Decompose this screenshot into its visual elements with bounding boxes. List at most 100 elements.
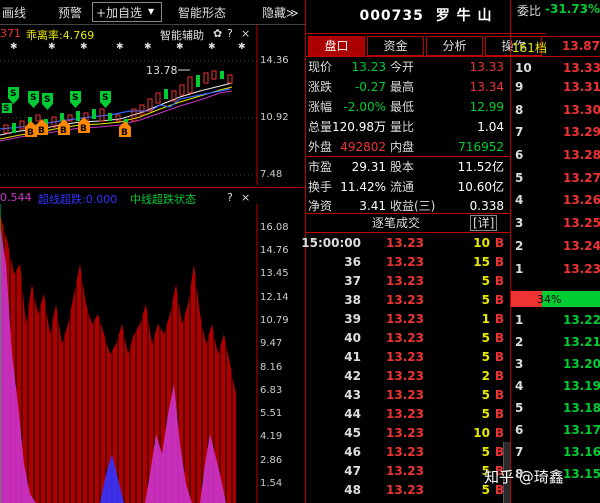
tab-pankou[interactable]: 盘口	[308, 36, 365, 56]
tick-title: 逐笔成交	[372, 216, 421, 230]
svg-text:S: S	[72, 93, 78, 103]
buy-level-row: 1 13.22	[515, 313, 600, 327]
buy-signal-marker: B	[25, 121, 37, 138]
order-book[interactable]: 10 13.33 9 13.31 8 13.30 7 13.29 6 13.28 5 13.…	[510, 56, 600, 503]
chart-area[interactable]: 画线 预警 +加自选 ▾ 智能形态 隐藏≫ 371 乖离率:4.769 智能辅助…	[0, 0, 305, 503]
indicator-axis-tick: 6.83	[260, 385, 283, 396]
divider	[306, 232, 511, 233]
tick-row: 39 13.23 1 B	[344, 312, 504, 326]
svg-text:S: S	[3, 104, 9, 114]
svg-text:S: S	[44, 95, 50, 105]
indicator-axis-tick: 2.86	[260, 455, 283, 466]
divider	[510, 36, 600, 37]
quote-row: 现价 13.23 今开 13.33	[308, 60, 504, 74]
price-axis-tick: 14.36	[260, 55, 289, 66]
quote-row: 总量 120.98万 量比 1.04	[308, 120, 504, 134]
hide-panel-button[interactable]: 隐藏≫	[262, 4, 299, 21]
buy-level-row: 2 13.21	[515, 335, 600, 349]
draw-line-button[interactable]: 画线	[2, 4, 26, 21]
sell-level-row: 2 13.24	[515, 239, 600, 253]
svg-text:B: B	[80, 124, 87, 134]
buy-level-row: 7 13.16	[515, 445, 600, 459]
sell-level-row: 7 13.29	[515, 125, 600, 139]
sell-signal-marker: S	[8, 87, 19, 104]
tick-row: 40 13.23 5 B	[344, 331, 504, 345]
indicator-axis-tick: 12.14	[260, 292, 289, 303]
sell-signal-marker: S	[70, 91, 81, 108]
quote-row: 外盘 492802 内盘 716952	[308, 140, 504, 154]
quote-row: 涨跌 -0.27 最高 13.34	[308, 80, 504, 94]
indicator-axis-tick: 14.76	[260, 245, 289, 256]
svg-text:✱: ✱	[116, 42, 124, 52]
indicator-axis-tick: 9.47	[260, 338, 283, 349]
level-row: 161档 13.87	[510, 37, 600, 56]
sell-signal-marker: S	[42, 93, 53, 110]
indicator-axis-tick: 5.51	[260, 408, 283, 419]
tab-funds[interactable]: 资金	[367, 36, 424, 56]
quote-row: 涨幅 -2.00% 最低 12.99	[308, 100, 504, 114]
sell-signal-marker: S	[100, 91, 111, 108]
tab-analysis[interactable]: 分析	[426, 36, 483, 56]
stock-code: 000735	[359, 8, 424, 24]
svg-text:✱: ✱	[144, 42, 152, 52]
sell-signal-marker: S	[2, 103, 12, 114]
wei-value: -31.73%	[545, 2, 600, 16]
price-high-marker: 13.78	[146, 64, 178, 77]
help-icon[interactable]: ?	[227, 191, 233, 204]
sell-level-row: 10 13.33	[515, 61, 600, 75]
svg-text:B: B	[60, 126, 67, 136]
indicator-axis-tick: 1.54	[260, 478, 283, 489]
indicator-axis-tick: 8.16	[260, 362, 283, 373]
price-axis-tick: 7.48	[260, 169, 283, 180]
buy-level-row: 4 13.19	[515, 379, 600, 393]
close-icon[interactable]: ×	[241, 191, 250, 204]
chevron-down-icon[interactable]: ▾	[148, 4, 154, 18]
tick-row: 47 13.23 5 B	[344, 464, 504, 478]
svg-text:S: S	[102, 93, 108, 103]
svg-text:✱: ✱	[80, 42, 88, 52]
tick-row: 43 13.23 5 B	[344, 388, 504, 402]
quote-panel: 000735 罗 牛 山 盘口 资金 分析 操作 现价 13.23 今开 13.33…	[301, 0, 600, 503]
svg-text:✱: ✱	[10, 42, 18, 52]
svg-text:✱: ✱	[238, 42, 246, 52]
buy-level-row: 3 13.20	[515, 357, 600, 371]
level-label: 161档	[512, 41, 547, 55]
sell-level-row: 3 13.25	[515, 216, 600, 230]
smart-pattern-button[interactable]: 智能形态	[178, 4, 226, 21]
svg-text:✱: ✱	[48, 42, 56, 52]
svg-text:B: B	[121, 128, 128, 138]
sell-level-row: 1 13.23	[515, 262, 600, 276]
tick-row: 37 13.23 5 B	[344, 274, 504, 288]
indicator-axis-tick: 16.08	[260, 222, 289, 233]
tick-row: 36 13.23 15 B	[344, 255, 504, 269]
indicator-value-label: 0.544	[0, 191, 32, 204]
sell-level-row: 8 13.30	[515, 103, 600, 117]
svg-text:S: S	[30, 93, 36, 103]
quote-row: 市盈 29.31 股本 11.52亿	[308, 160, 504, 174]
level-price: 13.87	[562, 39, 600, 53]
star-markers: ✱ ✱ ✱ ✱ ✱ ✱ ✱ ✱	[10, 42, 246, 52]
stock-name: 罗 牛 山	[435, 8, 493, 24]
oversold-indicator-chart[interactable]	[0, 204, 258, 503]
tick-row: 41 13.23 5 B	[344, 350, 504, 364]
price-axis-tick: 10.92	[260, 112, 289, 123]
svg-text:✱: ✱	[176, 42, 184, 52]
svg-text:B: B	[38, 126, 45, 136]
indicator-axis-tick: 13.45	[260, 268, 289, 279]
tick-row: 46 13.23 5 B	[344, 445, 504, 459]
tick-row: 45 13.23 10 B	[344, 426, 504, 440]
svg-text:B: B	[27, 128, 34, 138]
tick-row: 44 13.23 5 B	[344, 407, 504, 421]
sell-signal-marker: S	[28, 91, 39, 108]
add-favorite-button[interactable]: +加自选	[96, 4, 142, 21]
indicator-axis-tick: 10.79	[260, 315, 289, 326]
indicator-axis-tick: 4.19	[260, 431, 283, 442]
wei-label: 委比	[517, 4, 542, 18]
svg-text:S: S	[10, 89, 16, 99]
sell-level-row: 4 13.26	[515, 193, 600, 207]
quote-row: 换手 11.42% 流通 10.60亿	[308, 180, 504, 194]
alert-button[interactable]: 预警	[58, 4, 82, 21]
chart-toolbar: 画线 预警 +加自选 ▾ 智能形态 隐藏≫	[0, 0, 305, 25]
tick-detail-button[interactable]: [详]	[470, 215, 498, 231]
candlestick-chart[interactable]: ✱ ✱ ✱ ✱ ✱ ✱ ✱ ✱ 13.78 S S S S S S B B B …	[0, 25, 258, 185]
